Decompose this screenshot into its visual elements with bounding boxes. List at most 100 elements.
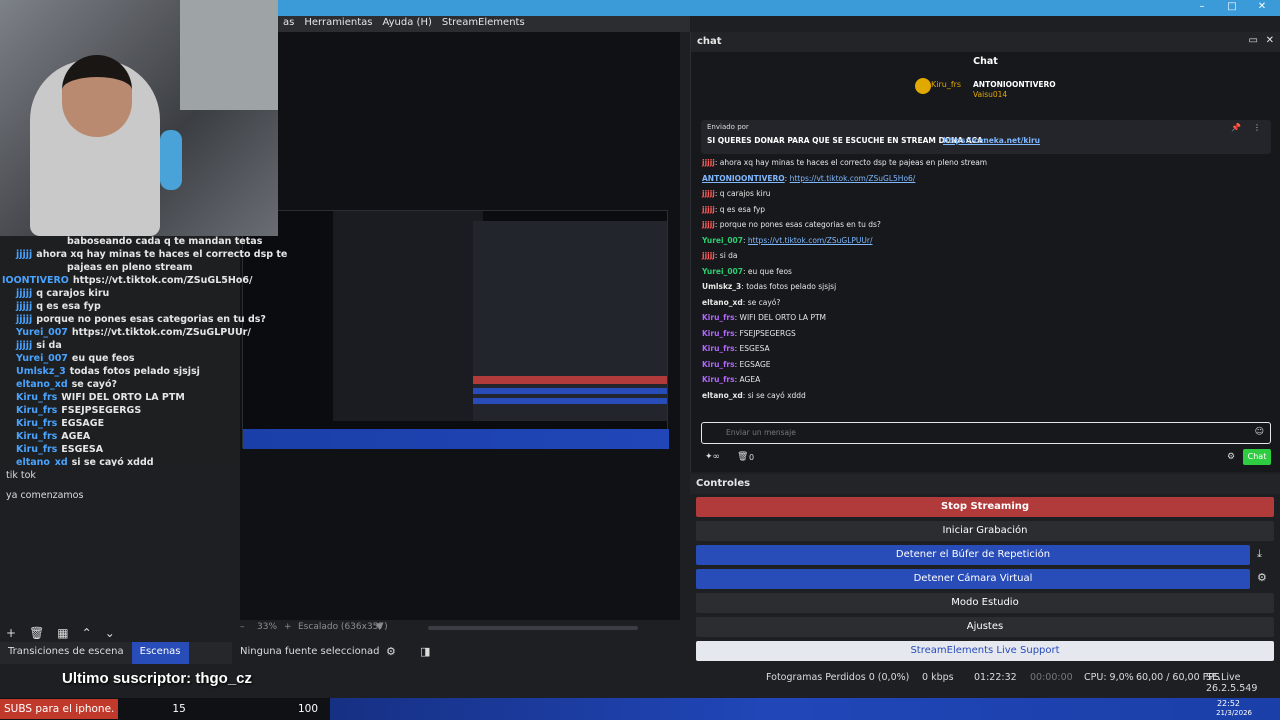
- scene-toolbar: + 🗑 ▦ ⌃ ⌄: [6, 626, 115, 640]
- chat-input[interactable]: Enviar un mensaje ☺: [701, 422, 1271, 444]
- scene-item-ya-comenzamos[interactable]: ya comenzamos: [0, 490, 232, 504]
- zoom-out-icon[interactable]: –: [240, 622, 245, 632]
- chat-username[interactable]: jjjjj: [702, 251, 715, 260]
- chat-username[interactable]: Kiru_frs: [702, 360, 735, 369]
- chat-overlay-message: porque no pones esas categorias en tu ds…: [36, 314, 266, 325]
- chat-settings-icon[interactable]: ⚙: [1227, 452, 1235, 462]
- more-icon[interactable]: ⋮: [1253, 123, 1261, 132]
- chat-username[interactable]: ANTONIOONTIVERO: [702, 174, 785, 183]
- chat-overlay-user: IOONTIVERO: [2, 275, 69, 286]
- virtual-camera-settings-icon[interactable]: ⚙: [1257, 571, 1267, 584]
- chat-overlay-row: Kiru_frs AGEA: [16, 431, 90, 442]
- chat-overlay-user: Umlskz_3: [16, 366, 66, 377]
- chat-link[interactable]: https://vt.tiktok.com/ZSuGLPUUr/: [748, 236, 873, 245]
- zoom-in-icon[interactable]: +: [284, 622, 292, 632]
- chat-username[interactable]: eltano_xd: [702, 391, 743, 400]
- chat-message: ANTONIOONTIVERO: https://vt.tiktok.com/Z…: [702, 174, 915, 183]
- start-recording-button[interactable]: Iniciar Grabación: [696, 521, 1274, 541]
- menu-item-herramientas[interactable]: Herramientas: [299, 16, 377, 32]
- chat-username[interactable]: jjjjj: [702, 189, 715, 198]
- top-user-3[interactable]: Vaisu014: [973, 90, 1007, 99]
- chat-username[interactable]: Kiru_frs: [702, 375, 735, 384]
- maximize-icon[interactable]: □: [1222, 1, 1242, 12]
- chat-overlay-row: Yurei_007 eu que feos: [16, 353, 135, 364]
- streamelements-support-button[interactable]: StreamElements Live Support: [696, 641, 1274, 661]
- preview-scrollbar[interactable]: [428, 626, 638, 630]
- chat-overlay-user: Yurei_007: [16, 353, 68, 364]
- close-icon[interactable]: ✕: [1252, 1, 1272, 12]
- chat-overlay-row: jjjjj porque no pones esas categorias en …: [16, 314, 266, 325]
- chat-overlay-message: q es esa fyp: [36, 301, 101, 312]
- settings-button[interactable]: Ajustes: [696, 617, 1274, 637]
- chat-message: jjjjj: si da: [702, 251, 738, 260]
- chat-text: EGSAGE: [739, 359, 771, 369]
- dropped-frames: Fotogramas Perdidos 0 (0,0%): [766, 672, 910, 683]
- capture-taskbar: [243, 429, 669, 449]
- pin-icon[interactable]: 📌: [1231, 123, 1241, 132]
- subs-goal-label: SUBS para el iphone.: [0, 699, 119, 719]
- chat-text: se cayó?: [747, 297, 781, 307]
- tab-escenas[interactable]: Escenas: [131, 642, 189, 664]
- menu-item-ayuda[interactable]: Ayuda (H): [377, 16, 436, 32]
- stop-streaming-button[interactable]: Stop Streaming: [696, 497, 1274, 517]
- pinned-by-label: Enviado por: [707, 123, 749, 131]
- close-dock-icon[interactable]: ✕: [1266, 35, 1274, 46]
- chat-overlay-user: eltano_xd: [16, 379, 68, 390]
- chevron-down-icon[interactable]: ▼: [376, 622, 383, 632]
- chat-username[interactable]: Yurei_007: [702, 236, 743, 245]
- up-icon[interactable]: ⌃: [82, 626, 92, 640]
- points-icon[interactable]: ✦∞: [705, 452, 720, 462]
- chat-text: eu que feos: [747, 266, 792, 276]
- chat-text: WIFI DEL ORTO LA PTM: [739, 313, 827, 322]
- chat-message: eltano_xd: si se cayó xddd: [702, 391, 806, 400]
- chat-overlay-user: Kiru_frs: [16, 431, 58, 442]
- menu-item-partial[interactable]: as: [278, 16, 299, 32]
- chat-link[interactable]: https://vt.tiktok.com/ZSuGL5Ho6/: [790, 174, 916, 183]
- chat-message: Kiru_frs: AGEA: [702, 375, 760, 384]
- trash-icon[interactable]: 🗑: [737, 452, 748, 462]
- chat-message: eltano_xd: se cayó?: [702, 298, 780, 307]
- chat-overlay-message: si da: [36, 340, 62, 351]
- chat-username[interactable]: Yurei_007: [702, 267, 743, 276]
- live-time: 01:22:32: [974, 672, 1017, 683]
- studio-mode-button[interactable]: Modo Estudio: [696, 593, 1274, 613]
- capture-bar-red: [473, 376, 667, 384]
- chat-overlay-message: se cayó?: [71, 379, 118, 390]
- scene-item-tiktok[interactable]: tik tok: [0, 470, 232, 484]
- chat-username[interactable]: jjjjj: [702, 220, 715, 229]
- chat-username[interactable]: jjjjj: [702, 205, 715, 214]
- chat-overlay-row: Yurei_007 https://vt.tiktok.com/ZSuGLPUUr…: [16, 327, 251, 338]
- chat-send-button[interactable]: Chat: [1243, 449, 1271, 465]
- emoji-icon[interactable]: ☺: [1255, 427, 1264, 437]
- clock-time: 22:52: [1216, 699, 1240, 708]
- chat-username[interactable]: Kiru_frs: [702, 344, 735, 353]
- float-icon[interactable]: ▭: [1249, 35, 1258, 46]
- chat-username[interactable]: jjjjj: [702, 158, 715, 167]
- capture-bar-blue-1: [473, 388, 667, 394]
- status-bar: Fotogramas Perdidos 0 (0,0%) 0 kbps 01:2…: [690, 668, 1280, 694]
- stop-virtual-camera-button[interactable]: Detener Cámara Virtual: [696, 569, 1250, 589]
- chat-username[interactable]: Kiru_frs: [702, 313, 735, 322]
- down-icon[interactable]: ⌄: [105, 626, 115, 640]
- save-replay-icon[interactable]: ⤓: [1257, 547, 1262, 561]
- tab-transiciones[interactable]: Transiciones de escena: [0, 642, 132, 664]
- chat-username[interactable]: Kiru_frs: [702, 329, 735, 338]
- chat-username[interactable]: eltano_xd: [702, 298, 743, 307]
- top-user-1[interactable]: Kiru_frs: [931, 80, 961, 89]
- chat-overlay-message: WIFI DEL ORTO LA PTM: [61, 392, 185, 403]
- clock-date: 21/3/2026: [1216, 709, 1252, 717]
- stop-replay-buffer-button[interactable]: Detener el Búfer de Repetición: [696, 545, 1250, 565]
- menu-item-streamelements[interactable]: StreamElements: [437, 16, 530, 32]
- chat-overlay-user: jjjjj: [16, 288, 33, 299]
- pinned-link[interactable]: https://ceneka.net/kiru: [943, 136, 1040, 145]
- no-source-label: Ninguna fuente seleccionad: [240, 646, 380, 657]
- gear-icon[interactable]: ⚙: [386, 645, 396, 658]
- filter-icon[interactable]: ▦: [57, 626, 68, 640]
- chat-dock: chat ▭ ✕ Chat Kiru_frs ANTONIOONTIVERO V…: [690, 32, 1280, 472]
- minimize-icon[interactable]: –: [1192, 1, 1212, 12]
- add-icon[interactable]: +: [6, 626, 16, 640]
- top-user-2[interactable]: ANTONIOONTIVERO: [973, 80, 1056, 89]
- filters-icon[interactable]: ◨: [420, 645, 430, 658]
- delete-icon[interactable]: 🗑: [29, 626, 44, 640]
- chat-username[interactable]: Umlskz_3: [702, 282, 741, 291]
